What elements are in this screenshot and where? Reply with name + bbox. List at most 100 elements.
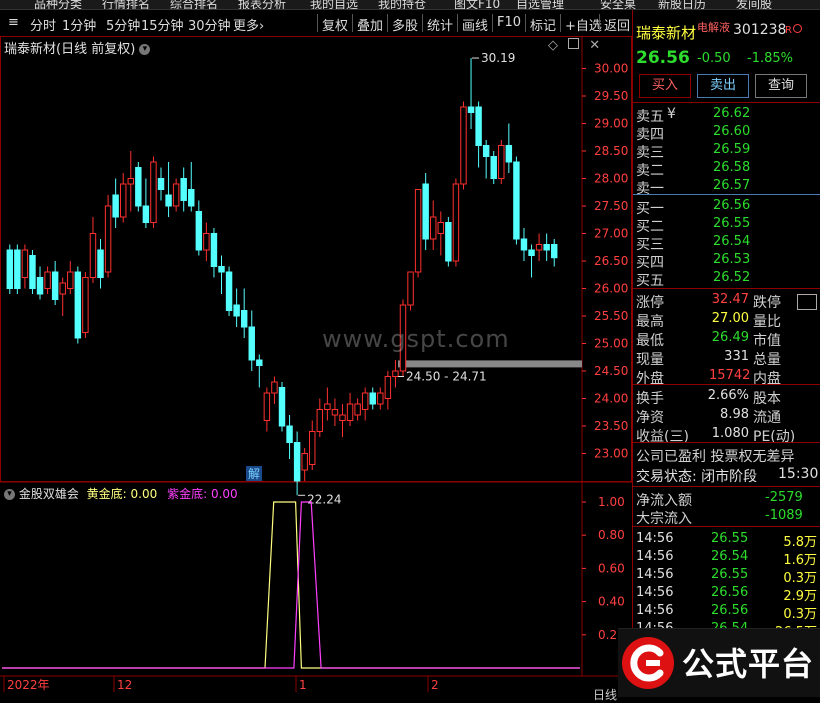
tool-tab[interactable]: 标记 (530, 15, 556, 34)
price-tick-label: 30.00 (594, 62, 628, 76)
top-nav-item[interactable]: 新股日历 (658, 0, 706, 9)
price-tick-label: 23.00 (594, 447, 628, 461)
toolbar-separator (317, 14, 318, 32)
chart-area[interactable]: 30.00 29.50 29.00 28.50 28.00 27.50 27.00 26.50… (0, 36, 632, 696)
tool-tab[interactable]: 多股 (392, 15, 418, 34)
period-tab[interactable]: 15分钟 (141, 15, 184, 34)
chevron-down-icon[interactable]: ▾ (4, 489, 15, 500)
bid-row-price: 26.56 (713, 198, 751, 213)
query-button[interactable]: 查询 (755, 74, 807, 98)
toolbar-separator (422, 14, 423, 32)
ask-row-price: 26.59 (713, 142, 751, 157)
indicator-label-purple: 紫金底: (167, 487, 208, 501)
indicator-tick-label: 0.40 (598, 595, 625, 609)
top-nav-item[interactable]: 我的自选 (310, 0, 358, 9)
stat-label-2: 跌停 (753, 295, 781, 311)
stat2-label: 收益(三) (636, 429, 689, 445)
tool-tab[interactable]: 画线 (462, 15, 488, 34)
top-nav-item[interactable]: 品种分类 (34, 0, 82, 9)
top-nav-item[interactable]: 图文F10 (454, 0, 500, 9)
low-label: 22.24 (307, 492, 341, 506)
price-tick-label: 26.50 (594, 254, 628, 268)
tool-tab[interactable]: 返回 (604, 15, 630, 34)
candle-body (505, 145, 513, 163)
candle-body (82, 277, 89, 333)
candle-body (369, 392, 376, 405)
price-tick-label: 29.00 (594, 117, 628, 131)
ask-row-label: 卖二 (636, 163, 664, 179)
box-icon[interactable] (568, 38, 580, 49)
kline-chart[interactable]: 30.00 29.50 29.00 28.50 28.00 27.50 27.00 26.50… (0, 36, 632, 696)
candle-body (188, 189, 195, 207)
bottom-tab[interactable]: 日线 (593, 686, 617, 703)
indicator-tick-label: 1.00 (598, 495, 625, 509)
chevron-down-icon[interactable]: ▾ (139, 44, 151, 55)
chart-title: 瑞泰新材(日线 前复权) ▾ (4, 38, 151, 57)
bid-row-price: 26.52 (713, 270, 751, 285)
sell-button[interactable]: 卖出 (697, 74, 749, 98)
top-nav-item[interactable]: 行情排名 (102, 0, 150, 9)
buy-button[interactable]: 买入 (639, 74, 691, 98)
candle-body (271, 381, 278, 394)
candle-body (407, 271, 414, 306)
price-tick-label: 27.50 (594, 199, 628, 213)
tool-tab[interactable]: F10 (497, 15, 521, 30)
candle-body (89, 233, 97, 278)
top-nav-item[interactable]: 安全桌 (600, 0, 636, 9)
tool-tab[interactable]: 复权 (322, 15, 348, 34)
candle-body (256, 359, 263, 366)
watermark: www.gspt.com (322, 325, 510, 353)
candle-body (430, 216, 437, 240)
top-nav-item[interactable]: 综合排名 (170, 0, 218, 9)
top-nav-item[interactable]: 发间股 (736, 0, 772, 9)
diamond-icon[interactable]: ◇ (548, 38, 558, 53)
price-change: -0.50 (697, 51, 731, 66)
menu-icon[interactable]: ≡ (8, 15, 19, 30)
candle-body (104, 205, 112, 273)
stat-label-2: 总量 (753, 352, 781, 368)
candle-body (513, 161, 520, 240)
candle-body (543, 244, 550, 251)
close-icon[interactable]: ✕ (589, 38, 600, 53)
unlock-marker[interactable]: 解 (248, 467, 260, 481)
candle-body (172, 183, 180, 207)
toolbar-separator (352, 14, 353, 32)
candle-body (240, 310, 248, 328)
candle-body (97, 249, 104, 278)
tool-tab[interactable]: 叠加 (357, 15, 383, 34)
top-nav-item[interactable]: 自选管理 (516, 0, 564, 9)
period-tab[interactable]: 30分钟 (188, 15, 231, 34)
period-tab[interactable]: 1分钟 (62, 15, 96, 34)
toolbar-separator (525, 14, 526, 32)
period-tab[interactable]: 5分钟 (106, 15, 140, 34)
ask-row-label: 卖四 (636, 127, 664, 143)
price-change-pct: -1.85% (747, 51, 793, 66)
bid-row-price: 26.55 (713, 216, 751, 231)
candle-body (467, 106, 475, 113)
stat-label: 外盘 (636, 371, 664, 387)
candle-body (384, 376, 392, 399)
date-tick-label: 2 (431, 678, 439, 692)
bid-row-label: 买五 (636, 273, 664, 289)
tool-tab[interactable]: +自选 (565, 15, 602, 34)
stat2-value: 1.080 (711, 426, 749, 441)
candle-body (278, 387, 286, 427)
period-tab[interactable]: 更多› (233, 15, 264, 34)
top-nav-item[interactable]: 我的持仓 (378, 0, 426, 9)
candle-body (520, 238, 528, 251)
candle-body (309, 431, 316, 465)
tool-tab[interactable]: 统计 (427, 15, 453, 34)
candle-body (331, 409, 339, 416)
brand-text: 公式平台 (682, 645, 815, 683)
indicator-name[interactable]: 金股双雄会 (19, 487, 79, 501)
indicator-tick-label: 0.80 (598, 528, 625, 542)
price-tick-label: 25.50 (594, 309, 628, 323)
indicator-value-yellow: 0.00 (130, 487, 158, 501)
candle-body (150, 161, 157, 223)
top-nav-item[interactable]: 报表分析 (238, 0, 286, 9)
period-tab[interactable]: 分时 (30, 15, 56, 34)
candle-body (14, 249, 21, 289)
tick-price: 26.55 (711, 531, 749, 546)
info-icon (792, 24, 802, 33)
price-tick-label: 25.00 (594, 337, 628, 351)
